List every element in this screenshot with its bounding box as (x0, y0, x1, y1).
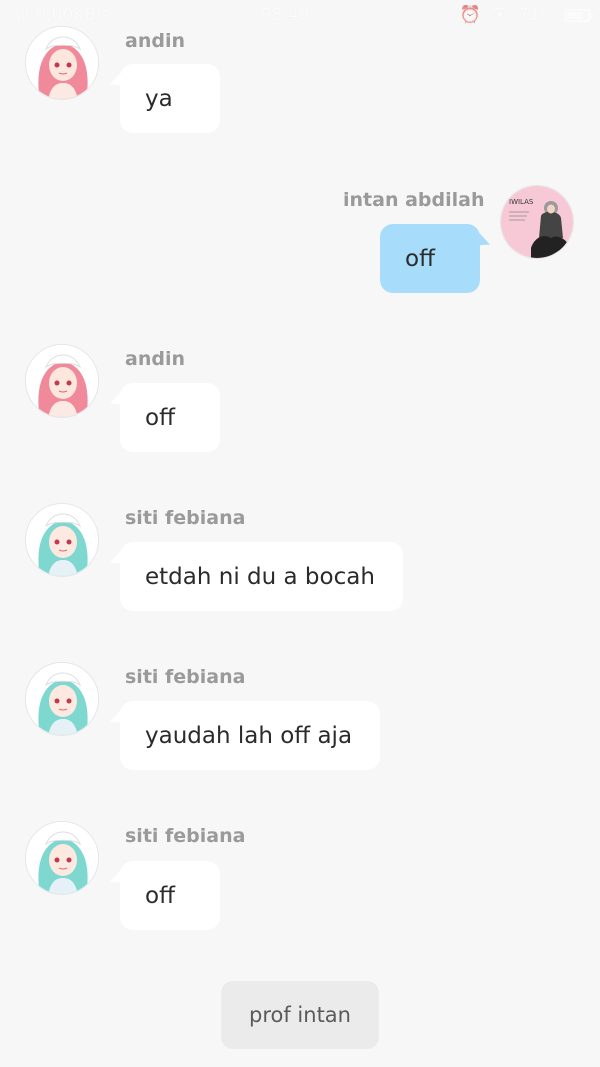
battery-level: 71% (518, 5, 556, 25)
clock: 08.40 (260, 5, 310, 25)
pink-hair-avatar-icon (26, 345, 98, 417)
sender-name: siti febiana (125, 825, 246, 847)
avatar-andin[interactable] (25, 344, 99, 418)
avatar-siti-febiana[interactable] (25, 821, 99, 895)
sender-name: siti febiana (125, 507, 246, 529)
avatar-andin[interactable] (25, 26, 99, 100)
message-bubble[interactable]: yaudah lah off aja (120, 701, 380, 770)
teal-hair-avatar-icon (26, 504, 98, 576)
pink-hair-avatar-icon (26, 27, 98, 99)
network-speed: all 0,00KB/s (10, 5, 111, 25)
battery-icon (564, 8, 593, 22)
alarm-icon: ⏰ (459, 5, 481, 25)
sender-name: andin (125, 30, 185, 52)
status-right: ⏰ 👁 71% (459, 5, 593, 25)
avatar-siti-febiana[interactable] (25, 662, 99, 736)
message-bubble[interactable]: off (120, 383, 220, 452)
message-bubble[interactable]: etdah ni du a bocah (120, 542, 403, 611)
message-bubble-own[interactable]: off (380, 224, 480, 293)
message-bubble[interactable]: off (120, 861, 220, 930)
sender-name: andin (125, 348, 185, 370)
teal-hair-avatar-icon (26, 663, 98, 735)
teal-hair-avatar-icon (26, 822, 98, 894)
eye-icon: 👁 (488, 5, 511, 25)
sender-name: siti febiana (125, 666, 246, 688)
prof-intan-button[interactable]: prof intan (221, 981, 379, 1049)
svg-text:IWILAS: IWILAS (509, 198, 534, 206)
avatar-intan-abdilah[interactable]: IWILAS (500, 185, 574, 259)
avatar-siti-febiana[interactable] (25, 503, 99, 577)
hijab-girl-avatar-icon: IWILAS (501, 186, 573, 258)
status-bar: all 0,00KB/s 08.40 ⏰ 👁 71% (0, 0, 600, 30)
message-bubble[interactable]: ya (120, 64, 220, 133)
sender-name: intan abdilah (343, 189, 485, 211)
